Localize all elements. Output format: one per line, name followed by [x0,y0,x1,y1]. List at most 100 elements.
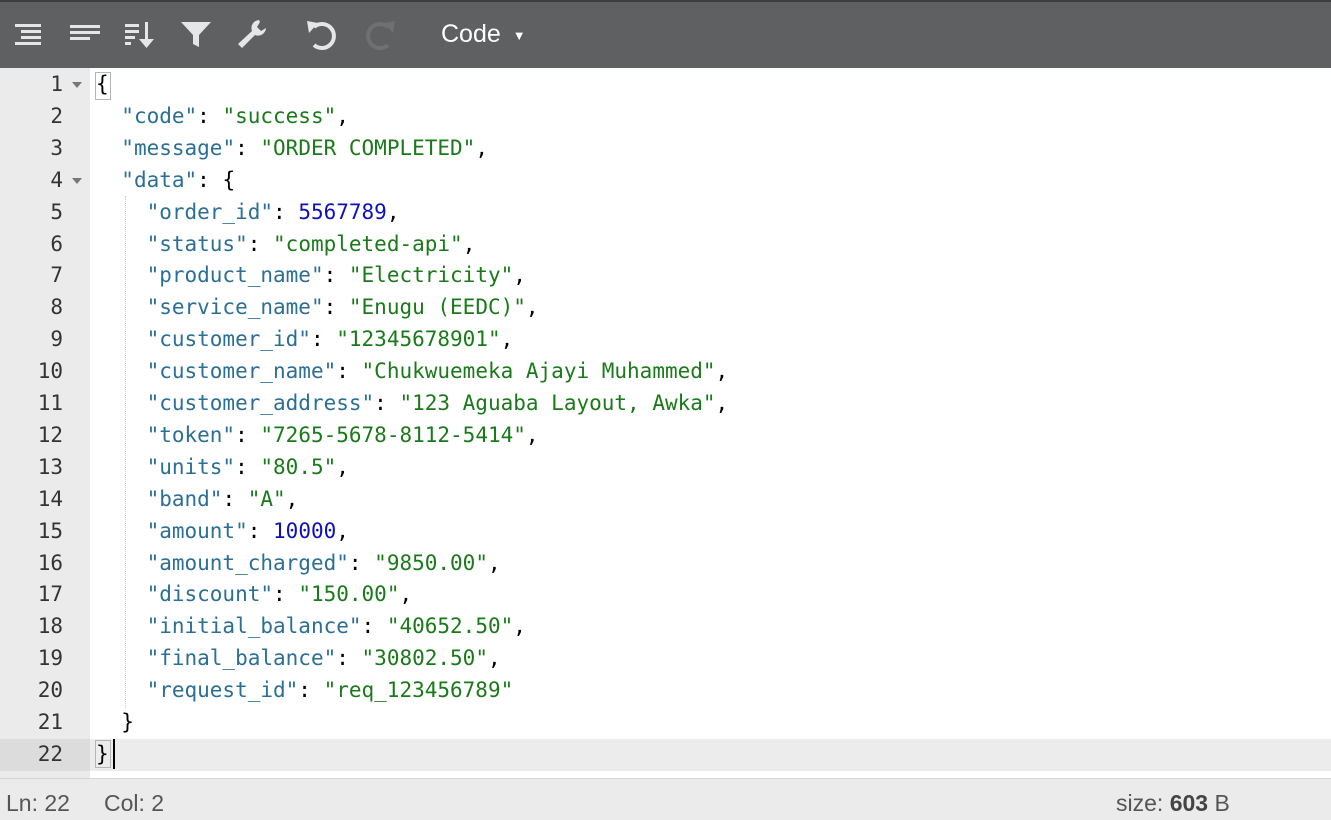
json-key: "customer_address" [146,391,375,415]
json-punct: , [487,550,501,575]
line-label: Ln: [6,790,38,816]
code-line[interactable]: 7 "product_name": "Electricity", [0,260,1331,292]
code-line[interactable]: 10 "customer_name": "Chukwuemeka Ajayi M… [0,356,1331,388]
json-punct: : [323,295,349,320]
json-punct: : [235,422,261,447]
line-number: 3 [50,135,63,160]
json-punct [96,423,147,447]
gutter-cell: 16 [0,548,90,580]
json-number: 5567789 [298,199,387,224]
code-line[interactable]: 21 } [0,707,1331,739]
json-punct [96,391,147,415]
code-line[interactable]: 6 "status": "completed-api", [0,229,1331,261]
line-number: 9 [50,327,63,352]
json-key: "amount_charged" [146,550,349,575]
code-text: "discount": "150.00", [96,579,413,611]
repair-button[interactable] [232,12,272,56]
code-line[interactable]: 17 "discount": "150.00", [0,579,1331,611]
fold-toggle-icon[interactable] [72,177,82,184]
code-line[interactable]: 9 "customer_id": "12345678901", [0,324,1331,356]
fold-toggle-icon[interactable] [72,82,82,88]
code-line[interactable]: 11 "customer_address": "123 Aguaba Layou… [0,388,1331,420]
json-punct: , [513,263,526,288]
code-cell: "token": "7265-5678-8112-5414", [90,420,1331,452]
code-line[interactable]: 1{ [0,69,1331,101]
size-indicator: size: 603 B [1116,790,1230,817]
code-line[interactable]: 2 "code": "success", [0,101,1331,133]
code-cell: } [90,707,1331,739]
json-key: "customer_id" [146,327,311,352]
code-line[interactable]: 3 "message": "ORDER COMPLETED", [0,133,1331,165]
json-punct: } [96,710,134,734]
code-line[interactable]: 20 "request_id": "req_123456789" [0,675,1331,707]
code-cell: "discount": "150.00", [90,579,1331,611]
code-text: "message": "ORDER COMPLETED", [96,133,488,165]
json-punct: , [336,454,349,479]
gutter-cell: 22 [0,738,90,771]
json-punct [96,551,147,575]
mode-dropdown[interactable]: Code ▼ [425,12,542,56]
format-button[interactable] [8,12,48,56]
code-text: "data": { [96,165,235,197]
gutter-cell: 15 [0,516,90,548]
gutter-cell: 21 [0,707,90,739]
code-cell: { [90,69,1331,101]
sort-button[interactable] [120,12,160,56]
gutter-cell: 9 [0,324,90,356]
json-punct: , [399,582,413,607]
line-number: 10 [37,359,63,384]
code-cell: "band": "A", [90,484,1331,516]
json-key: "order_id" [146,199,274,224]
code-line[interactable]: 15 "amount": 10000, [0,516,1331,548]
code-line[interactable]: 8 "service_name": "Enugu (EEDC)", [0,292,1331,324]
json-punct: , [715,391,729,415]
code-cell: "status": "completed-api", [90,229,1331,261]
json-punct: : [235,135,261,160]
compact-button[interactable] [64,12,104,56]
code-text: "status": "completed-api", [96,229,476,261]
redo-button[interactable] [360,12,400,56]
code-line[interactable]: 18 "initial_balance": "40652.50", [0,611,1331,643]
json-punct: , [462,231,476,256]
matching-bracket-open [95,72,111,100]
code-line[interactable]: 16 "amount_charged": "9850.00", [0,548,1331,580]
undo-button[interactable] [302,12,342,56]
code-cell: "service_name": "Enugu (EEDC)", [90,292,1331,324]
json-punct [96,519,147,543]
code-line[interactable]: 14 "band": "A", [0,484,1331,516]
code-editor[interactable]: 1{2 "code": "success", 3 "message": "ORDE… [0,68,1331,778]
line-number: 12 [37,422,63,447]
json-punct [96,614,147,638]
json-punct: , [336,518,349,543]
line-number: 15 [37,518,63,543]
json-punct: , [715,359,729,384]
json-punct [96,232,147,256]
undo-icon [307,21,336,50]
gutter-cell: 11 [0,388,90,420]
gutter-cell: 3 [0,133,90,165]
code-line[interactable]: 13 "units": "80.5", [0,452,1331,484]
compact-icon [70,25,100,40]
code-text: "units": "80.5", [96,452,349,484]
code-text: "token": "7265-5678-8112-5414", [96,420,539,452]
code-cell: "customer_address": "123 Aguaba Layout, … [90,388,1331,420]
code-line[interactable]: 19 "final_balance": "30802.50", [0,643,1331,675]
line-number: 1 [50,72,63,96]
json-punct [96,678,147,702]
line-number: 14 [37,486,63,511]
code-line[interactable]: 5 "order_id": 5567789, [0,197,1331,229]
line-number: 11 [37,391,63,415]
json-key: "service_name" [146,295,324,320]
code-line[interactable]: 4 "data": { [0,165,1331,197]
json-string: "success" [222,103,337,128]
json-punct [96,295,147,319]
line-number: 7 [50,263,63,288]
gutter-cell: 1 [0,69,90,101]
json-punct: : [273,199,299,224]
line-value: 22 [44,790,70,816]
code-line[interactable]: 22} [0,738,1331,771]
filter-button[interactable] [176,12,216,56]
json-key: "code" [121,103,198,128]
line-number: 2 [50,103,63,128]
code-line[interactable]: 12 "token": "7265-5678-8112-5414", [0,420,1331,452]
